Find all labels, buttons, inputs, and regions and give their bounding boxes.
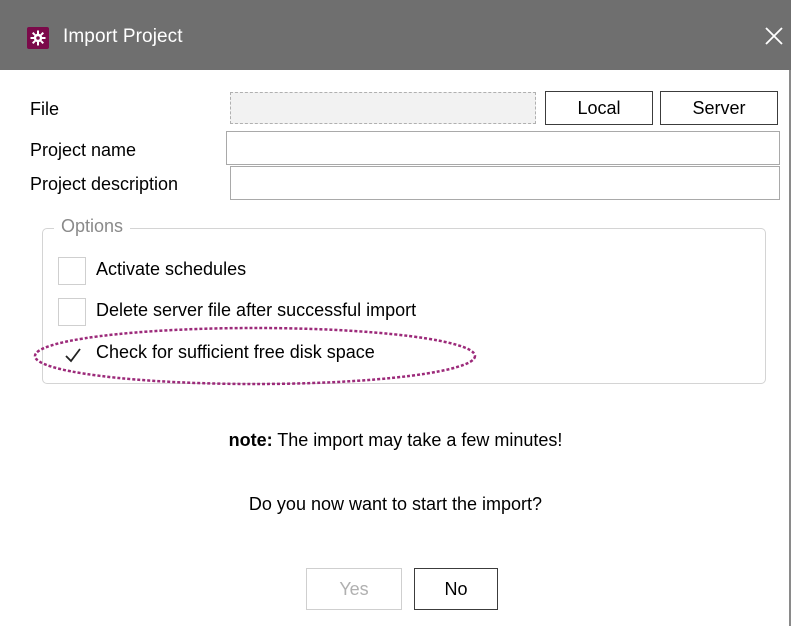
- note-bold: note:: [228, 430, 273, 450]
- activate-schedules-checkbox[interactable]: [58, 257, 86, 285]
- project-description-input[interactable]: [230, 166, 780, 200]
- confirmation-question: Do you now want to start the import?: [248, 494, 543, 514]
- checkmark-icon: [65, 348, 81, 363]
- delete-server-file-checkbox[interactable]: [58, 298, 86, 326]
- option-label: Delete server file after successful impo…: [96, 300, 417, 320]
- file-label: File: [30, 99, 60, 119]
- option-label: Check for sufficient free disk space: [96, 342, 375, 362]
- project-name-label: Project name: [30, 140, 137, 160]
- server-button[interactable]: Server: [660, 91, 778, 125]
- title-bar[interactable]: Import Project: [0, 0, 791, 70]
- yes-button[interactable]: Yes: [306, 568, 402, 610]
- note-message: note: The import may take a few minutes!: [0, 430, 791, 451]
- project-description-label: Project description: [30, 174, 179, 194]
- gear-icon: [27, 27, 49, 49]
- no-button[interactable]: No: [414, 568, 498, 610]
- note-text: The import may take a few minutes!: [272, 430, 563, 450]
- file-field[interactable]: [230, 92, 536, 124]
- close-icon[interactable]: [760, 22, 788, 50]
- option-label: Activate schedules: [96, 259, 247, 279]
- project-name-input[interactable]: [226, 131, 780, 165]
- dialog-title: Import Project: [63, 26, 183, 47]
- options-legend: Options: [54, 216, 131, 237]
- import-project-dialog: Import Project File Local Server Project…: [0, 0, 791, 626]
- check-disk-space-checkbox[interactable]: [58, 340, 86, 368]
- local-button[interactable]: Local: [545, 91, 653, 125]
